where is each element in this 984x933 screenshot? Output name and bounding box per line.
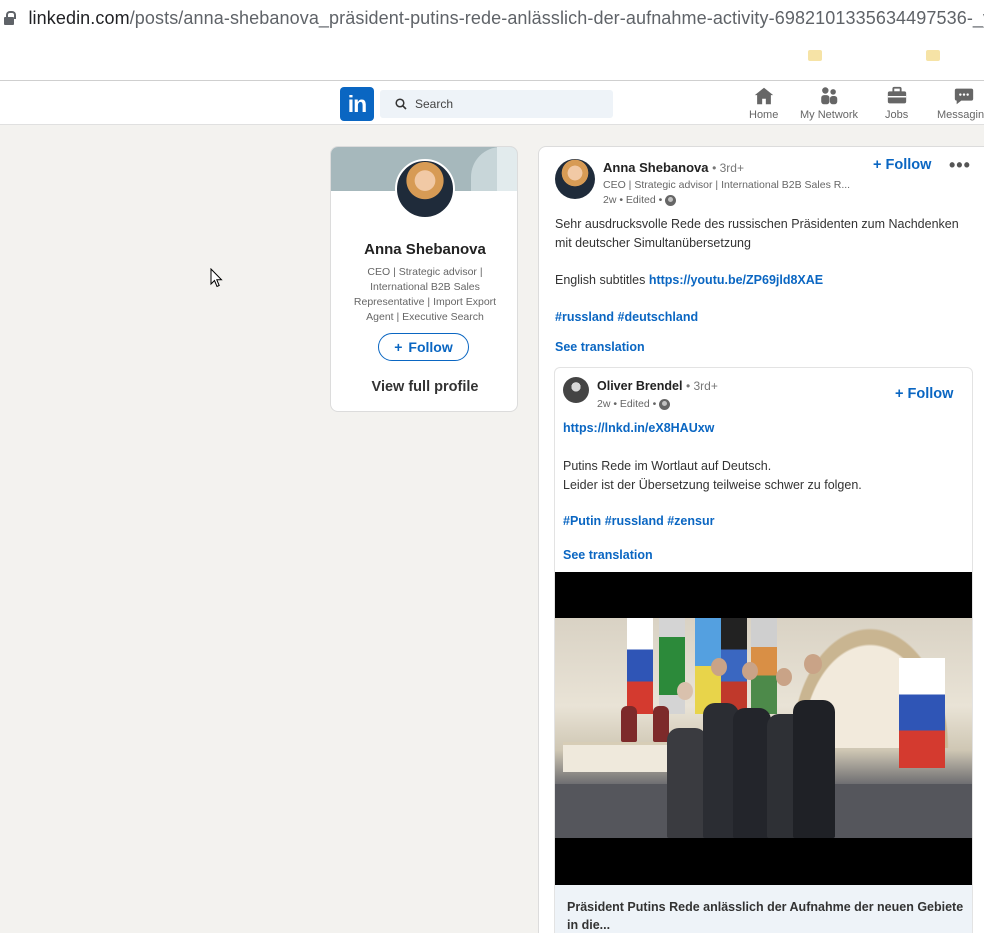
address-bar[interactable]: linkedin.com/posts/anna-shebanova_präsid… xyxy=(0,0,984,36)
hashtag-link[interactable]: #russland xyxy=(555,310,614,324)
post-card: Anna Shebanova • 3rd+ CEO | Strategic ad… xyxy=(538,146,984,933)
youtube-link[interactable]: https://youtu.be/ZP69jld8XAE xyxy=(649,273,823,287)
shared-post[interactable]: Oliver Brendel • 3rd+ 2w • Edited • + Fo… xyxy=(554,367,973,933)
mouse-cursor-icon xyxy=(210,268,223,288)
profile-avatar[interactable] xyxy=(395,159,455,219)
linkedin-header: in Home My Network Jobs Messaging xyxy=(0,80,984,125)
url-text[interactable]: linkedin.com/posts/anna-shebanova_präsid… xyxy=(28,8,984,29)
post-author-headline: CEO | Strategic advisor | International … xyxy=(603,179,851,191)
video-caption[interactable]: Präsident Putins Rede anlässlich der Auf… xyxy=(555,885,972,933)
post-subtitles-line: English subtitles https://youtu.be/ZP69j… xyxy=(555,273,824,287)
hashtag-link[interactable]: #deutschland xyxy=(618,310,699,324)
post-text: Sehr ausdrucksvolle Rede des russischen … xyxy=(555,217,959,250)
post-author-name[interactable]: Anna Shebanova • 3rd+ xyxy=(603,160,744,175)
post-author-avatar[interactable] xyxy=(555,159,595,199)
hashtag-link[interactable]: #zensur xyxy=(667,514,714,528)
more-options-icon[interactable]: ••• xyxy=(949,155,971,176)
messaging-icon xyxy=(954,88,973,105)
shared-follow-button[interactable]: + Follow xyxy=(895,386,953,402)
video-player[interactable] xyxy=(555,572,972,885)
globe-icon xyxy=(659,398,671,410)
shared-post-link[interactable]: https://lnkd.in/eX8HAUxw xyxy=(563,421,714,435)
profile-headline: CEO | Strategic advisor | International … xyxy=(353,266,497,323)
see-translation-link[interactable]: See translation xyxy=(555,340,645,354)
view-full-profile-link[interactable]: View full profile xyxy=(331,379,517,395)
bookmark-folder-icon xyxy=(808,50,822,61)
post-meta: 2w • Edited • xyxy=(603,194,677,206)
shared-post-hashtags: #Putin #russland #zensur xyxy=(563,514,714,528)
briefcase-icon xyxy=(887,86,906,104)
shared-author-avatar[interactable] xyxy=(563,377,589,403)
connection-degree: • 3rd+ xyxy=(685,379,718,393)
profile-follow-button[interactable]: + Follow xyxy=(378,333,469,361)
author-profile-card: Anna Shebanova CEO | Strategic advisor |… xyxy=(330,146,518,412)
linkedin-logo[interactable]: in xyxy=(340,87,374,121)
nav-item-jobs[interactable]: Jobs xyxy=(885,85,908,121)
nav-item-messaging[interactable]: Messaging xyxy=(937,85,984,121)
nav-item-my-network[interactable]: My Network xyxy=(800,85,858,121)
lock-icon xyxy=(4,11,17,25)
network-icon xyxy=(821,87,838,105)
connection-degree: • 3rd+ xyxy=(712,161,744,175)
bookmarks-bar xyxy=(0,36,984,80)
post-hashtags: #russland #deutschland xyxy=(555,310,698,324)
search-icon xyxy=(395,98,407,110)
hashtag-link[interactable]: #russland xyxy=(605,514,664,528)
post-follow-button[interactable]: + Follow xyxy=(873,157,931,173)
nav-item-home[interactable]: Home xyxy=(749,85,778,121)
search-input[interactable] xyxy=(415,97,605,111)
profile-name[interactable]: Anna Shebanova xyxy=(331,241,517,258)
home-icon xyxy=(754,87,773,105)
video-thumbnail xyxy=(555,618,972,838)
globe-icon xyxy=(665,194,677,206)
shared-author-name[interactable]: Oliver Brendel • 3rd+ xyxy=(597,379,718,393)
shared-post-text: Putins Rede im Wortlaut auf Deutsch. Lei… xyxy=(563,459,862,492)
plus-icon: + xyxy=(394,339,403,355)
shared-post-meta: 2w • Edited • xyxy=(597,398,671,410)
hashtag-link[interactable]: #Putin xyxy=(563,514,601,528)
search-box[interactable] xyxy=(380,90,613,118)
see-translation-link[interactable]: See translation xyxy=(563,548,653,562)
bookmark-folder-icon xyxy=(926,50,940,61)
